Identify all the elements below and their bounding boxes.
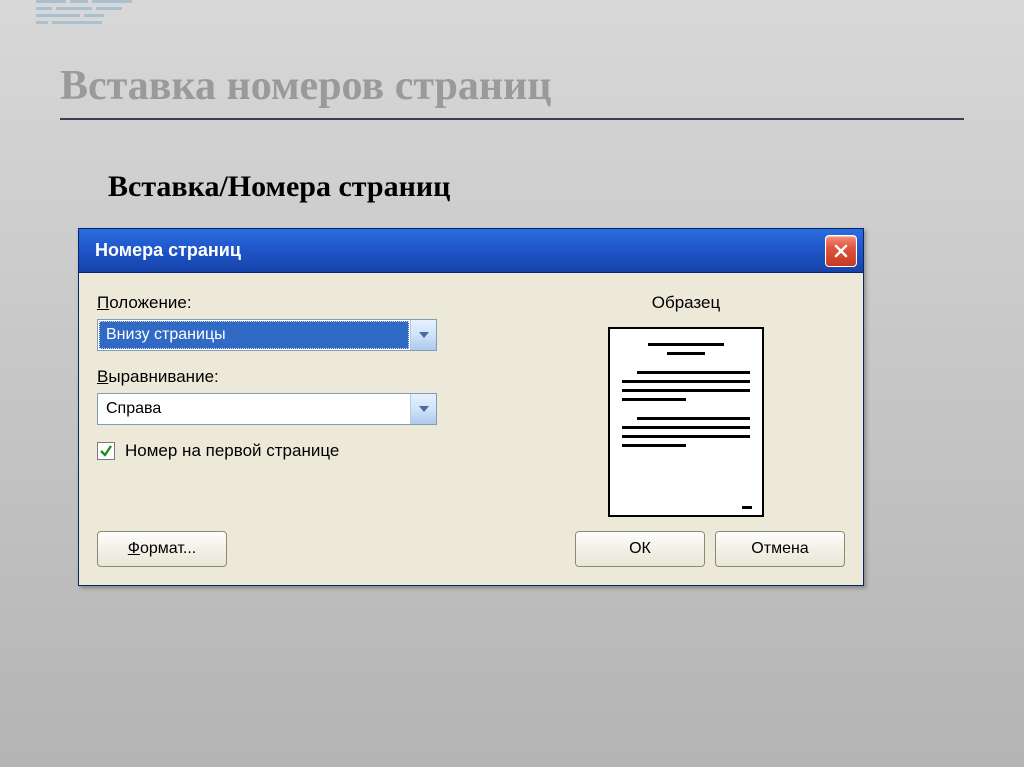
slide-subtitle: Вставка/Номера страниц (108, 170, 450, 204)
page-numbers-dialog: Номера страниц Положение: Внизу страницы… (78, 228, 864, 586)
position-dropdown-arrow[interactable] (410, 320, 436, 350)
slide-header: Вставка номеров страниц (60, 62, 964, 120)
ok-button[interactable]: ОК (575, 531, 705, 567)
alignment-combobox[interactable]: Справа (97, 393, 437, 425)
dialog-body: Положение: Внизу страницы Выравнивание: … (79, 273, 863, 537)
alignment-value: Справа (98, 394, 410, 424)
decorative-header-lines (36, 0, 146, 34)
checkmark-icon (99, 444, 113, 458)
chevron-down-icon (419, 406, 429, 412)
dialog-button-row: Формат... ОК Отмена (97, 531, 845, 567)
cancel-button[interactable]: Отмена (715, 531, 845, 567)
dialog-title: Номера страниц (85, 240, 825, 261)
close-button[interactable] (825, 235, 857, 267)
preview-page (608, 327, 764, 517)
first-page-checkbox-label: Номер на первой странице (125, 441, 339, 461)
position-combobox[interactable]: Внизу страницы (97, 319, 437, 351)
preview-label: Образец (652, 293, 720, 313)
first-page-checkbox[interactable] (97, 442, 115, 460)
slide-title: Вставка номеров страниц (60, 62, 964, 110)
format-button[interactable]: Формат... (97, 531, 227, 567)
position-label: Положение: (97, 293, 467, 313)
chevron-down-icon (419, 332, 429, 338)
dialog-titlebar[interactable]: Номера страниц (79, 229, 863, 273)
left-column: Положение: Внизу страницы Выравнивание: … (97, 293, 467, 517)
slide-divider (60, 118, 964, 120)
first-page-checkbox-row[interactable]: Номер на первой странице (97, 441, 467, 461)
alignment-label: Выравнивание: (97, 367, 467, 387)
close-icon (834, 244, 848, 258)
right-column: Образец (467, 293, 845, 517)
alignment-dropdown-arrow[interactable] (410, 394, 436, 424)
position-value: Внизу страницы (99, 321, 409, 349)
